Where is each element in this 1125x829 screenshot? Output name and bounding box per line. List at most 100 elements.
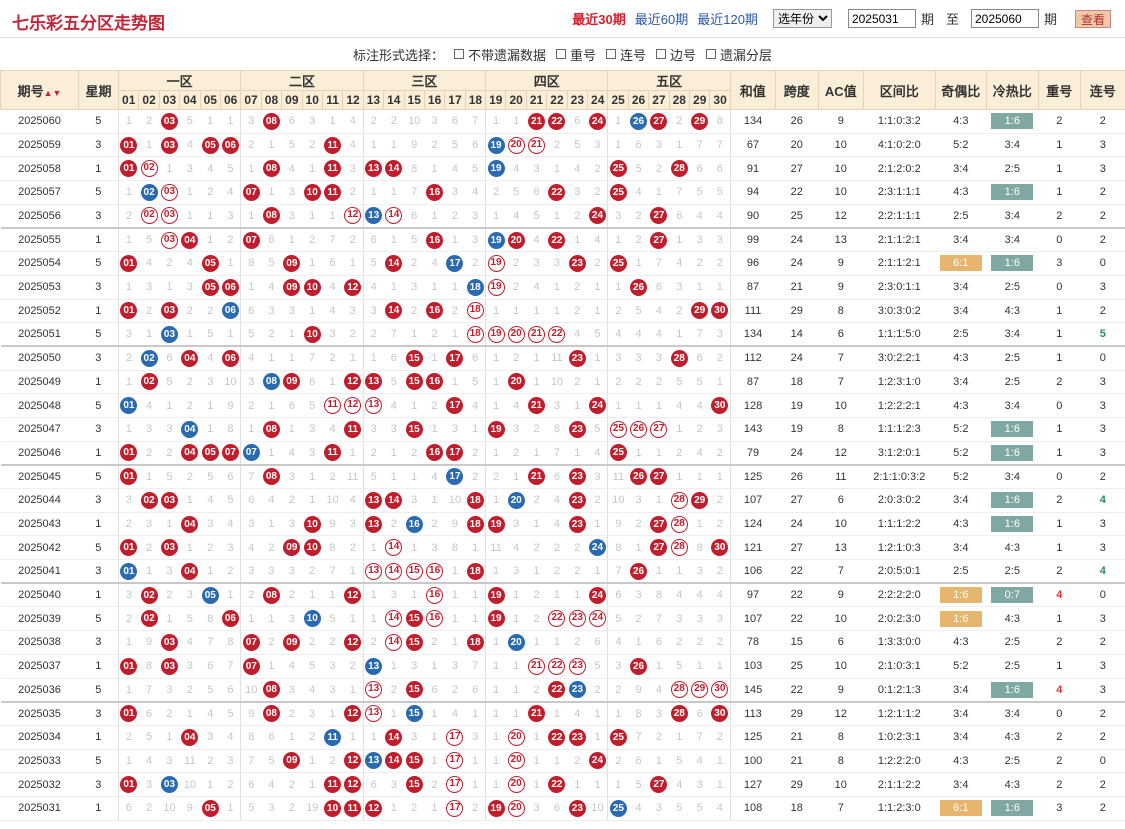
option-edge[interactable]: 边号 — [656, 45, 696, 64]
ball-cell: 25 — [607, 251, 629, 276]
miss-cell: 2 — [424, 772, 445, 797]
miss-cell: 1 — [383, 654, 404, 679]
period-header[interactable]: 期号▲▼ — [0, 70, 79, 110]
table-row: 2025057 5 1 02 03 1 2 4 07 1 3 10 11 2 1 1 7 16 3 4 2 5 6 22 3 2 2… — [0, 180, 1125, 205]
miss-cell: 3 — [689, 772, 710, 797]
miss-cell: 5 — [200, 322, 221, 347]
miss-cell: 1 — [669, 322, 690, 347]
zone-ratio-cell: 1:2:2:2:1 — [863, 393, 936, 418]
number-header: 16 — [423, 90, 446, 110]
red-ball: 26 — [630, 657, 648, 675]
miss-cell: 1 — [200, 226, 221, 253]
number-header: 20 — [505, 90, 527, 110]
option-consecutive[interactable]: 连号 — [606, 45, 646, 64]
option-repeat[interactable]: 重号 — [555, 45, 596, 64]
ball-cell: 03 — [159, 133, 180, 158]
miss-cell: 2 — [200, 749, 221, 774]
miss-cell: 3 — [179, 156, 201, 182]
ball-cell: 14 — [383, 725, 404, 750]
miss-cell: 3 — [648, 700, 670, 726]
checkbox-icon[interactable] — [656, 49, 667, 59]
weekday-cell: 5 — [78, 393, 119, 418]
ball-cell: 30 — [709, 393, 731, 418]
from-period-input[interactable] — [847, 9, 916, 28]
miss-cell: 1 — [505, 654, 527, 679]
miss-cell: 1 — [587, 559, 608, 584]
miss-cell: 1 — [587, 512, 608, 537]
ball-cell: 14 — [383, 749, 404, 774]
miss-cell: 2 — [322, 345, 343, 371]
miss-cell: 10 — [587, 796, 608, 821]
miss-cell: 10 — [220, 370, 241, 395]
ball-cell: 23 — [567, 512, 588, 537]
hot-cold-cell: 0:7 — [986, 582, 1039, 608]
odd-even-cell: 5:2 — [935, 463, 987, 489]
ball-cell: 09 — [281, 275, 303, 300]
miss-cell: 4 — [607, 322, 629, 347]
red-ball: 03 — [160, 657, 178, 675]
span-cell: 26 — [775, 109, 819, 134]
miss-cell: 1 — [505, 463, 527, 489]
ball-cell: 20 — [505, 133, 527, 158]
miss-cell: 1 — [240, 417, 262, 442]
miss-cell: 2 — [159, 700, 180, 726]
miss-cell: 1 — [444, 582, 466, 608]
miss-cell: 2 — [709, 512, 731, 537]
miss-cell: 2 — [200, 180, 221, 205]
odd-even-cell: 3:4 — [935, 772, 987, 797]
ball-cell: 28 — [669, 700, 690, 726]
ball-cell: 24 — [587, 582, 608, 608]
miss-cell: 5 — [179, 109, 201, 134]
miss-cell: 1 — [485, 345, 506, 371]
odd-even-cell: 2:5 — [935, 322, 987, 347]
miss-cell: 2 — [526, 678, 547, 703]
ball-cell: 23 — [567, 796, 588, 821]
miss-cell: 4 — [689, 204, 710, 229]
miss-cell: 6 — [281, 109, 303, 134]
miss-cell: 7 — [240, 463, 262, 489]
ball-cell: 02 — [138, 180, 160, 205]
option-no-miss[interactable]: 不带遗漏数据 — [453, 45, 546, 64]
miss-cell: 8 — [607, 535, 629, 561]
ball-cell: 26 — [628, 109, 649, 134]
miss-cell: 2 — [322, 630, 343, 655]
miss-cell: 4 — [709, 796, 731, 821]
miss-cell: 1 — [424, 749, 445, 774]
miss-cell: 1 — [200, 417, 221, 442]
checkbox-icon[interactable] — [706, 49, 717, 59]
period-cell: 2025035 — [0, 700, 79, 726]
miss-cell: 1 — [505, 606, 527, 632]
view-button[interactable]: 查看 — [1074, 9, 1111, 28]
miss-cell: 1 — [648, 180, 670, 205]
recent-120-link[interactable]: 最近120期 — [697, 9, 758, 28]
checkbox-icon[interactable] — [453, 49, 464, 59]
repeat-ball: 22 — [548, 610, 566, 628]
ball-cell: 13 — [362, 512, 384, 537]
span-cell: 21 — [775, 275, 819, 300]
period-cell: 2025042 — [0, 535, 79, 561]
repeat-ball: 25 — [609, 420, 627, 438]
ball-cell: 07 — [240, 630, 262, 655]
miss-cell: 3 — [424, 535, 445, 561]
zone-header: 三区 — [362, 70, 487, 91]
checkbox-icon[interactable] — [606, 49, 616, 59]
repeat-cell: 2 — [1038, 749, 1081, 774]
miss-cell: 7 — [302, 345, 323, 371]
number-header: 29 — [688, 90, 711, 110]
checkbox-icon[interactable] — [555, 49, 566, 59]
to-period-input[interactable] — [970, 9, 1039, 28]
miss-cell: 2 — [281, 796, 303, 821]
miss-cell: 6 — [138, 700, 160, 726]
stat-header: 冷热比 — [985, 70, 1039, 110]
miss-cell: 1 — [281, 417, 303, 442]
option-layer[interactable]: 遗漏分层 — [706, 45, 772, 64]
ball-cell: 10 — [302, 180, 323, 205]
miss-cell: 7 — [220, 654, 241, 679]
ac-cell: 8 — [818, 749, 864, 774]
blue-ball: 02 — [140, 183, 158, 201]
recent-30-link[interactable]: 最近30期 — [572, 9, 625, 28]
year-select[interactable]: 选年份 — [772, 9, 832, 28]
recent-60-link[interactable]: 最近60期 — [635, 9, 688, 28]
miss-cell: 1 — [648, 749, 670, 774]
red-ball: 04 — [181, 515, 199, 533]
